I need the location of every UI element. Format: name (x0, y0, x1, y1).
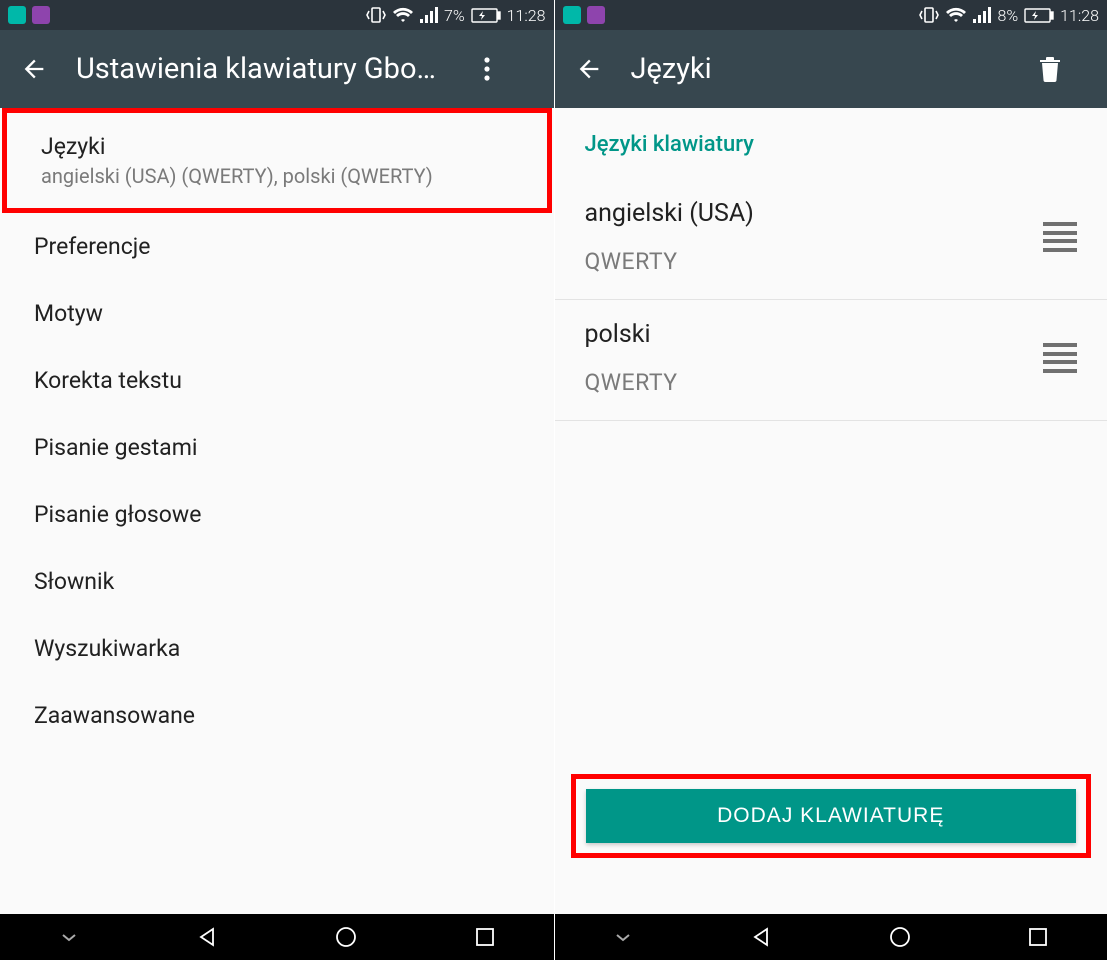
item-title: Słownik (34, 568, 520, 595)
battery-icon (471, 8, 501, 23)
battery-percent: 7% (444, 6, 465, 25)
signal-icon (973, 7, 991, 23)
notification-icon (32, 6, 50, 24)
settings-item-theme[interactable]: Motyw (0, 280, 554, 347)
status-bar: 7% 11:28 (0, 0, 554, 30)
app-bar: Ustawienia klawiatury Gbo… (0, 30, 554, 108)
notification-icon (8, 6, 26, 24)
nav-bar (555, 914, 1107, 960)
language-layout: QWERTY (585, 248, 1044, 275)
phone-right: 8% 11:28 Języki Języki klawiatury angiel… (554, 0, 1107, 960)
language-layout: QWERTY (585, 369, 1044, 396)
delete-button[interactable] (1033, 50, 1067, 88)
battery-icon (1024, 8, 1054, 23)
wifi-icon (392, 6, 414, 24)
settings-item-voice-typing[interactable]: Pisanie głosowe (0, 481, 554, 548)
language-item[interactable]: polski QWERTY (555, 300, 1107, 421)
back-button[interactable] (14, 49, 54, 89)
settings-item-dictionary[interactable]: Słownik (0, 548, 554, 615)
status-bar: 8% 11:28 (555, 0, 1107, 30)
item-title: Motyw (34, 300, 520, 327)
highlight-box: DODAJ KLAWIATURĘ (571, 774, 1092, 858)
app-bar: Języki (555, 30, 1107, 108)
signal-icon (420, 7, 438, 23)
phone-left: 7% 11:28 Ustawienia klawiatury Gbo… Języ… (0, 0, 554, 960)
language-name: polski (585, 320, 1044, 349)
settings-item-languages[interactable]: Języki angielski (USA) (QWERTY), polski … (7, 113, 547, 208)
nav-expand[interactable] (593, 923, 653, 951)
wifi-icon (945, 6, 967, 24)
nav-home[interactable] (315, 918, 377, 956)
settings-item-preferences[interactable]: Preferencje (0, 213, 554, 280)
section-header: Języki klawiatury (555, 108, 1107, 179)
item-title: Preferencje (34, 233, 520, 260)
back-button[interactable] (569, 49, 609, 89)
battery-percent: 8% (997, 6, 1018, 25)
nav-recent[interactable] (1008, 919, 1068, 955)
page-title: Ustawienia klawiatury Gbo… (76, 52, 456, 86)
nav-expand[interactable] (39, 923, 99, 951)
drag-handle-icon[interactable] (1043, 343, 1077, 373)
settings-item-search[interactable]: Wyszukiwarka (0, 615, 554, 682)
nav-bar (0, 914, 554, 960)
page-title: Języki (631, 52, 1011, 86)
clock: 11:28 (507, 6, 546, 25)
content-area: Języki klawiatury angielski (USA) QWERTY… (555, 108, 1107, 914)
more-button[interactable] (478, 51, 496, 87)
item-title: Wyszukiwarka (34, 635, 520, 662)
item-title: Korekta tekstu (34, 367, 520, 394)
nav-home[interactable] (869, 918, 931, 956)
nav-back[interactable] (176, 918, 238, 956)
settings-list: Języki angielski (USA) (QWERTY), polski … (0, 108, 554, 749)
settings-item-advanced[interactable]: Zaawansowane (0, 682, 554, 749)
item-title: Zaawansowane (34, 702, 520, 729)
notification-icon (563, 6, 581, 24)
item-title: Języki (41, 133, 513, 160)
vibrate-icon (366, 6, 386, 24)
content-area: Języki angielski (USA) (QWERTY), polski … (0, 108, 554, 914)
highlight-box: Języki angielski (USA) (QWERTY), polski … (2, 108, 552, 213)
nav-recent[interactable] (455, 919, 515, 955)
language-item[interactable]: angielski (USA) QWERTY (555, 179, 1107, 300)
settings-item-text-correction[interactable]: Korekta tekstu (0, 347, 554, 414)
notification-icon (587, 6, 605, 24)
clock: 11:28 (1060, 6, 1099, 25)
language-name: angielski (USA) (585, 199, 1044, 228)
add-keyboard-button[interactable]: DODAJ KLAWIATURĘ (586, 789, 1077, 843)
settings-item-gesture-typing[interactable]: Pisanie gestami (0, 414, 554, 481)
item-subtitle: angielski (USA) (QWERTY), polski (QWERTY… (41, 164, 513, 188)
vibrate-icon (919, 6, 939, 24)
item-title: Pisanie głosowe (34, 501, 520, 528)
nav-back[interactable] (730, 918, 792, 956)
item-title: Pisanie gestami (34, 434, 520, 461)
drag-handle-icon[interactable] (1043, 222, 1077, 252)
